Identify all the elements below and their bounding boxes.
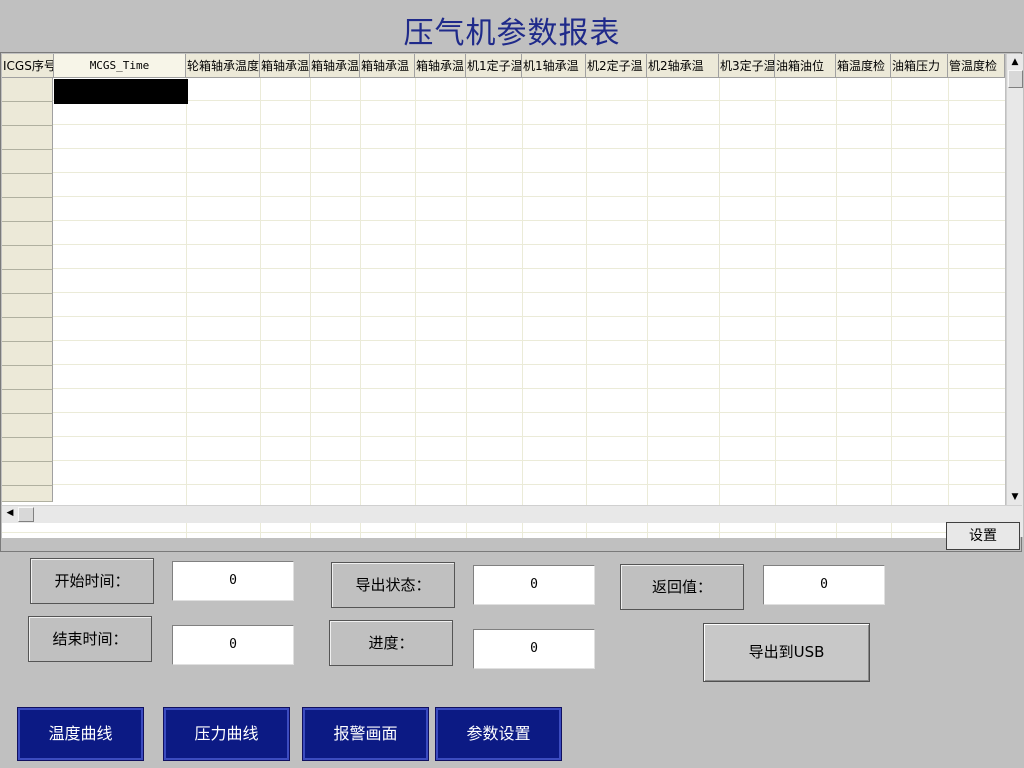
- start-time-label: 开始时间：: [30, 558, 154, 604]
- column-header[interactable]: 箱轴承温: [415, 54, 466, 78]
- row-header[interactable]: [2, 174, 53, 198]
- pressure-curve-button[interactable]: 压力曲线: [163, 707, 290, 761]
- progress-field[interactable]: 0: [473, 629, 595, 669]
- parameter-settings-button[interactable]: 参数设置: [435, 707, 562, 761]
- row-header[interactable]: [2, 246, 53, 270]
- row-header[interactable]: [2, 78, 53, 102]
- row-header[interactable]: [2, 414, 53, 438]
- row-header[interactable]: [2, 366, 53, 390]
- row-header[interactable]: [2, 294, 53, 318]
- return-value-label: 返回值：: [620, 564, 744, 610]
- gridline: [891, 78, 892, 538]
- export-to-usb-button[interactable]: 导出到USB: [703, 623, 870, 682]
- scroll-up-arrow-icon[interactable]: ▲: [1007, 54, 1023, 70]
- row-header-column: [2, 78, 54, 538]
- horizontal-scrollbar[interactable]: ◀: [2, 505, 1022, 523]
- report-table-panel: ICGS序号 MCGS_Time 轮箱轴承温度 箱轴承温 箱轴承温 箱轴承温 箱…: [0, 52, 1023, 552]
- column-header[interactable]: 箱轴承温: [310, 54, 360, 78]
- row-header[interactable]: [2, 342, 53, 366]
- settings-button[interactable]: 设置: [946, 522, 1020, 550]
- column-header[interactable]: 机2定子温: [586, 54, 647, 78]
- gridline: [415, 78, 416, 538]
- column-header[interactable]: 机3定子温: [719, 54, 775, 78]
- row-header[interactable]: [2, 270, 53, 294]
- gridline: [466, 78, 467, 538]
- report-table[interactable]: ICGS序号 MCGS_Time 轮箱轴承温度 箱轴承温 箱轴承温 箱轴承温 箱…: [2, 54, 1005, 538]
- column-header[interactable]: 油箱压力: [891, 54, 948, 78]
- row-header[interactable]: [2, 318, 53, 342]
- export-status-field[interactable]: 0: [473, 565, 595, 605]
- column-header[interactable]: 箱轴承温: [260, 54, 310, 78]
- gridline: [310, 78, 311, 538]
- row-header[interactable]: [2, 126, 53, 150]
- table-header-row: ICGS序号 MCGS_Time 轮箱轴承温度 箱轴承温 箱轴承温 箱轴承温 箱…: [2, 54, 1005, 78]
- row-header[interactable]: [2, 438, 53, 462]
- column-header[interactable]: MCGS_Time: [54, 54, 186, 78]
- gridline: [360, 78, 361, 538]
- selected-cell[interactable]: [54, 79, 188, 104]
- return-value-field[interactable]: 0: [763, 565, 885, 605]
- column-header[interactable]: 管温度检: [948, 54, 1005, 78]
- row-header[interactable]: [2, 198, 53, 222]
- end-time-field[interactable]: 0: [172, 625, 294, 665]
- column-header[interactable]: ICGS序号: [2, 54, 54, 78]
- row-header[interactable]: [2, 462, 53, 486]
- start-time-field[interactable]: 0: [172, 561, 294, 601]
- gridline: [260, 78, 261, 538]
- vertical-scroll-thumb[interactable]: [1008, 70, 1023, 88]
- gridline: [522, 78, 523, 538]
- column-header[interactable]: 机2轴承温: [647, 54, 719, 78]
- row-header[interactable]: [2, 102, 53, 126]
- temperature-curve-button[interactable]: 温度曲线: [17, 707, 144, 761]
- row-header[interactable]: [2, 222, 53, 246]
- export-status-label: 导出状态：: [331, 562, 455, 608]
- gridline: [186, 78, 187, 538]
- row-header[interactable]: [2, 486, 53, 502]
- column-gridlines: [2, 78, 1005, 538]
- row-header[interactable]: [2, 150, 53, 174]
- vertical-scrollbar[interactable]: ▲ ▼: [1006, 54, 1023, 537]
- gridline: [719, 78, 720, 538]
- gridline: [948, 78, 949, 538]
- column-header[interactable]: 机1定子温: [466, 54, 522, 78]
- column-header[interactable]: 油箱油位: [775, 54, 836, 78]
- row-header[interactable]: [2, 390, 53, 414]
- scroll-left-arrow-icon[interactable]: ◀: [2, 506, 18, 521]
- column-header[interactable]: 箱轴承温: [360, 54, 415, 78]
- gridline: [775, 78, 776, 538]
- column-header[interactable]: 机1轴承温: [522, 54, 586, 78]
- page-title: 压气机参数报表: [403, 16, 621, 51]
- column-header[interactable]: 箱温度检: [836, 54, 891, 78]
- scroll-down-arrow-icon[interactable]: ▼: [1007, 489, 1023, 505]
- end-time-label: 结束时间：: [28, 616, 152, 662]
- horizontal-scroll-thumb[interactable]: [18, 507, 34, 522]
- gridline: [836, 78, 837, 538]
- gridline: [586, 78, 587, 538]
- column-header[interactable]: 轮箱轴承温度: [186, 54, 260, 78]
- alarm-screen-button[interactable]: 报警画面: [302, 707, 429, 761]
- gridline: [647, 78, 648, 538]
- progress-label: 进度：: [329, 620, 453, 666]
